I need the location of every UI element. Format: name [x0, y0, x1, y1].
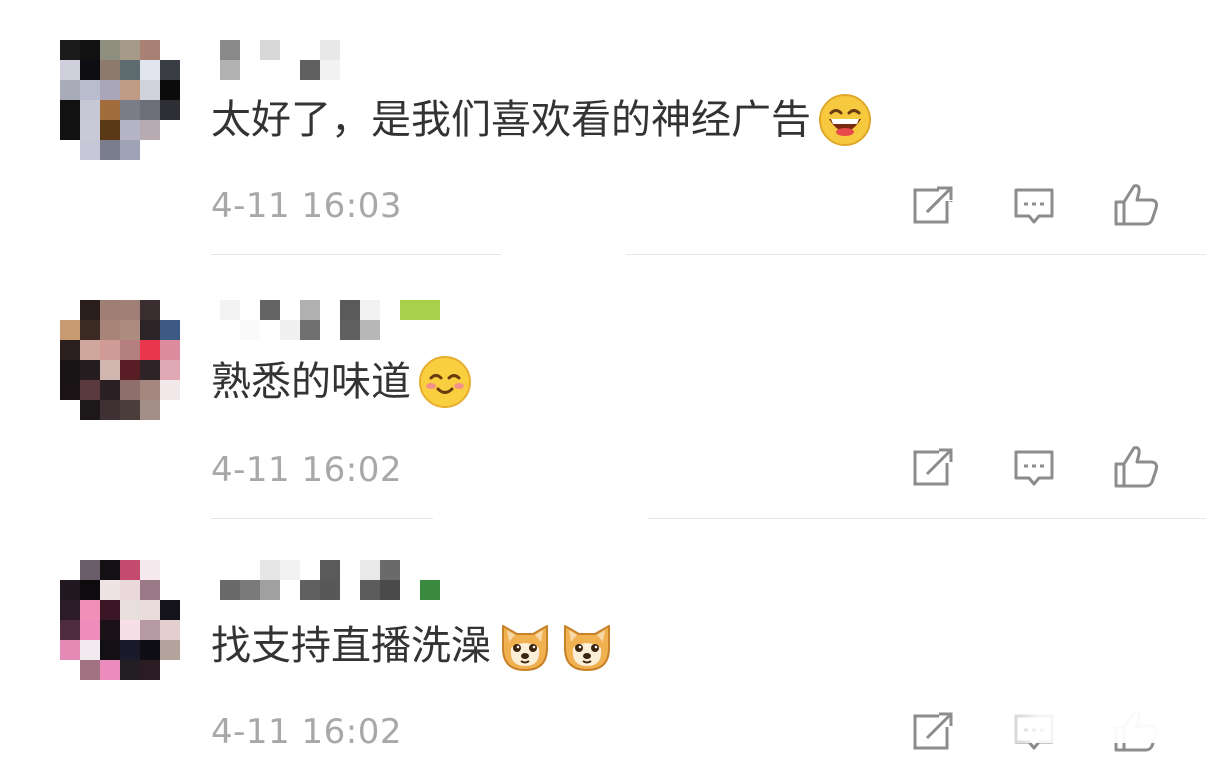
share-icon[interactable] [905, 440, 961, 496]
username-pixelated[interactable] [220, 560, 460, 600]
share-icon[interactable] [905, 178, 961, 234]
divider [626, 254, 1206, 255]
username-pixelated[interactable] [220, 40, 460, 80]
comment-text: 熟悉的味道 [211, 354, 473, 410]
comment-actions [900, 178, 1180, 234]
avatar[interactable] [60, 40, 180, 160]
thumbs-up-icon[interactable] [1108, 440, 1164, 496]
divider [211, 254, 501, 255]
doge-emoji [497, 618, 553, 674]
reply-comment-icon[interactable] [1006, 178, 1062, 234]
comment-text-content: 找支持直播洗澡 [211, 623, 491, 669]
username-pixelated[interactable] [220, 300, 460, 340]
comment-text-content: 熟悉的味道 [211, 359, 411, 405]
comment-text: 找支持直播洗澡 [211, 618, 615, 674]
comment-item: 熟悉的味道 4-11 16:02 [0, 300, 1206, 520]
divider [648, 518, 1206, 519]
divider [211, 518, 433, 519]
reply-comment-icon[interactable] [1006, 440, 1062, 496]
comment-time: 4-11 16:02 [211, 712, 402, 752]
avatar[interactable] [60, 560, 180, 680]
comment-time: 4-11 16:03 [211, 186, 402, 226]
comment-text-content: 太好了，是我们喜欢看的神经广告 [211, 97, 811, 143]
grinning-laugh-emoji [817, 92, 873, 148]
comment-time: 4-11 16:02 [211, 450, 402, 490]
comment-actions [900, 440, 1180, 496]
thumbs-up-icon[interactable] [1108, 178, 1164, 234]
comment-text: 太好了，是我们喜欢看的神经广告 [211, 92, 873, 148]
doge-emoji [559, 618, 615, 674]
comment-item: 太好了，是我们喜欢看的神经广告 4-11 16:03 [0, 40, 1206, 255]
avatar[interactable] [60, 300, 180, 420]
bottom-fade-overlay [950, 700, 1206, 743]
smile-blush-emoji [417, 354, 473, 410]
